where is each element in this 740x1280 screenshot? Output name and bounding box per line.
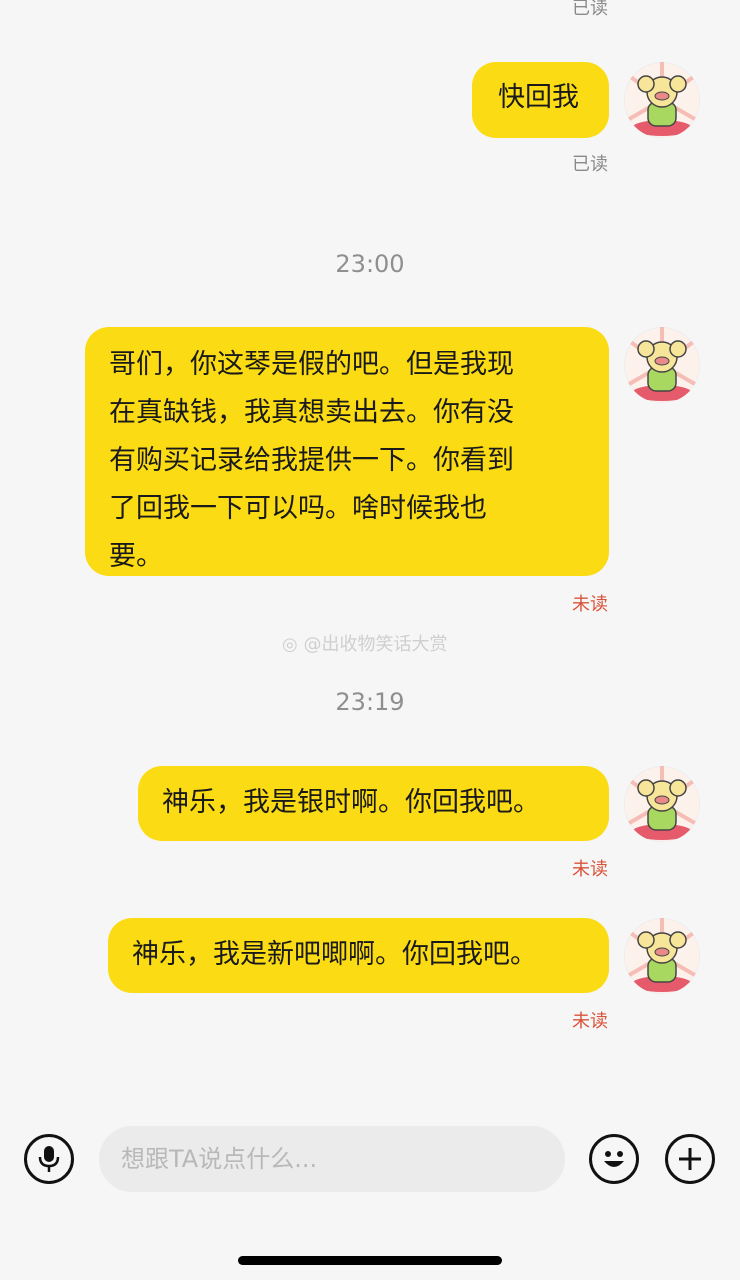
message-bubble[interactable]: 快回我 <box>472 62 609 138</box>
message-bubble[interactable]: 神乐，我是银时啊。你回我吧。 <box>138 766 609 841</box>
message-line: 在真缺钱，我真想卖出去。你有没 <box>109 397 514 428</box>
timestamp: 23:00 <box>335 250 405 278</box>
message-input[interactable]: 想跟TA说点什么... <box>99 1126 565 1192</box>
read-status: 已读 <box>572 0 608 19</box>
avatar[interactable] <box>624 327 700 403</box>
message-line: 要。 <box>109 541 163 572</box>
weibo-icon: ◎ <box>282 634 298 655</box>
avatar[interactable] <box>624 62 700 138</box>
emoji-button[interactable] <box>589 1134 639 1184</box>
message-line: 哥们，你这琴是假的吧。但是我现 <box>109 349 514 380</box>
voice-button[interactable] <box>24 1134 74 1184</box>
message-line: 有购买记录给我提供一下。你看到 <box>109 445 514 476</box>
watermark: ◎ @出收物笑话大赏 <box>282 630 447 656</box>
emoji-icon <box>604 1151 624 1167</box>
unread-status: 未读 <box>572 859 608 880</box>
read-status: 已读 <box>572 154 608 175</box>
avatar-icon <box>624 918 700 992</box>
avatar-icon <box>624 766 700 840</box>
message-bubble[interactable]: 哥们，你这琴是假的吧。但是我现 在真缺钱，我真想卖出去。你有没 有购买记录给我提… <box>85 327 609 576</box>
unread-status: 未读 <box>572 1011 608 1032</box>
avatar[interactable] <box>624 918 700 994</box>
message-text: 快回我 <box>498 82 579 113</box>
message-text: 神乐，我是新吧唧啊。你回我吧。 <box>132 939 537 970</box>
home-indicator[interactable] <box>238 1256 502 1265</box>
timestamp: 23:19 <box>335 688 405 716</box>
plus-icon <box>679 1148 701 1170</box>
message-line: 了回我一下可以吗。啥时候我也 <box>109 493 487 524</box>
message-text: 神乐，我是银时啊。你回我吧。 <box>162 787 540 818</box>
unread-status: 未读 <box>572 594 608 615</box>
more-button[interactable] <box>665 1134 715 1184</box>
microphone-icon <box>38 1146 60 1172</box>
avatar-icon <box>624 327 700 401</box>
avatar-icon <box>624 62 700 136</box>
message-bubble[interactable]: 神乐，我是新吧唧啊。你回我吧。 <box>108 918 609 993</box>
watermark-text: @出收物笑话大赏 <box>303 634 448 655</box>
avatar[interactable] <box>624 766 700 842</box>
